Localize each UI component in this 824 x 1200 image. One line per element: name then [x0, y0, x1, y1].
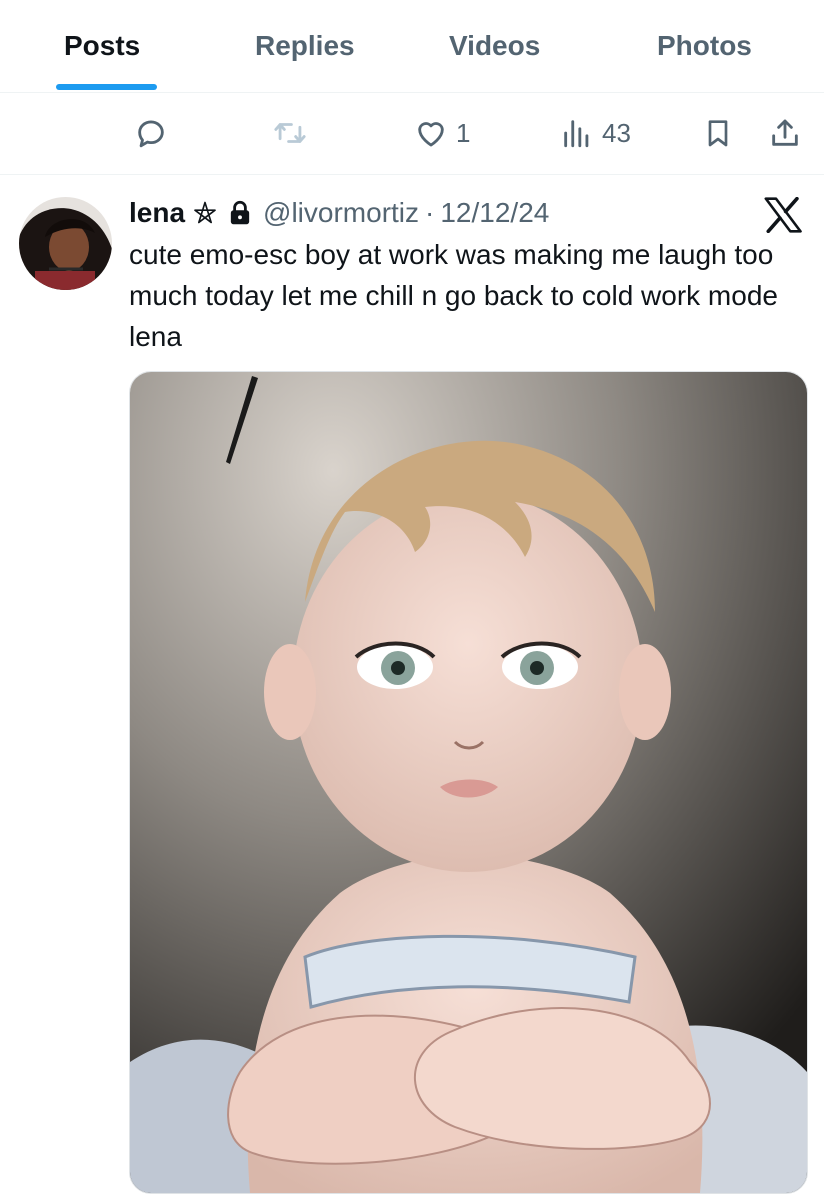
reply-icon — [138, 120, 164, 148]
reply-button[interactable] — [134, 92, 168, 174]
heart-icon — [418, 122, 444, 147]
tweet-header: lena @livormortiz · 12/12/24 — [129, 193, 549, 233]
views-button[interactable]: 43 — [560, 92, 631, 174]
avatar[interactable] — [19, 197, 112, 290]
views-count: 43 — [602, 117, 631, 148]
views-icon — [564, 120, 589, 148]
display-name[interactable]: lena — [129, 197, 185, 229]
tweet-text: cute emo-esc boy at work was making me l… — [129, 239, 778, 352]
bookmark-button[interactable] — [702, 92, 734, 174]
pentagram-icon — [194, 201, 216, 224]
header-separator: · — [425, 197, 435, 228]
like-count: 1 — [456, 117, 471, 148]
retweet-button[interactable] — [272, 92, 308, 174]
profile-tabs: Posts Replies Videos Photos — [0, 0, 824, 93]
x-logo-icon[interactable] — [763, 197, 803, 233]
active-tab-indicator — [56, 84, 157, 90]
like-button[interactable]: 1 — [414, 92, 470, 174]
share-icon — [772, 119, 798, 146]
retweet-icon — [274, 123, 306, 143]
tab-replies[interactable]: Replies — [255, 26, 355, 66]
user-handle[interactable]: @livormortiz — [263, 197, 419, 229]
tab-posts[interactable]: Posts — [64, 26, 140, 66]
post-date[interactable]: 12/12/24 — [440, 197, 549, 229]
lock-icon — [230, 200, 250, 225]
tab-photos[interactable]: Photos — [657, 26, 752, 66]
share-button[interactable] — [768, 92, 802, 174]
tweet-image[interactable] — [129, 371, 808, 1194]
post-action-bar: 1 43 — [0, 92, 824, 175]
tab-videos[interactable]: Videos — [449, 26, 540, 66]
bookmark-icon — [708, 120, 728, 147]
